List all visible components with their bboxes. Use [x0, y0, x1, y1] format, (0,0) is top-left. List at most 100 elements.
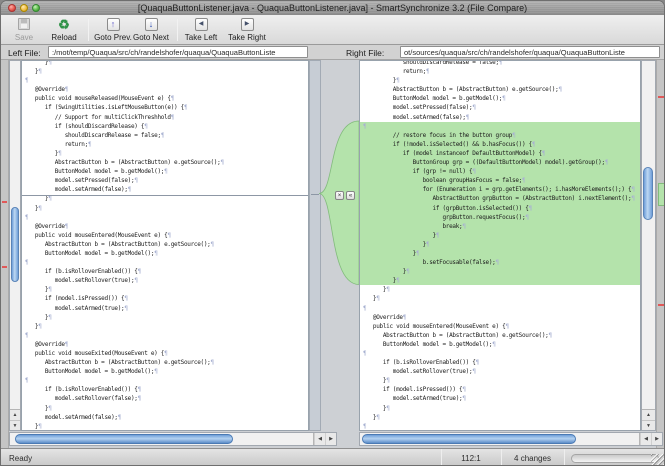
code-line: model.setArmed(false);¶: [25, 413, 308, 422]
code-line: ButtonModel model = b.getModel();¶: [25, 367, 308, 376]
left-file-label: Left File:: [8, 48, 41, 58]
left-overview-strip: [1, 60, 9, 448]
code-line: if (b.isRolloverEnabled()) {¶: [363, 358, 640, 367]
toolbar-separator: [88, 19, 89, 41]
code-line: model.setArmed(false);¶: [25, 185, 308, 194]
code-line: }¶: [25, 149, 308, 158]
scroll-right-arrow-icon[interactable]: ▶: [325, 433, 336, 445]
code-line: public void mouseEntered(MouseEvent e) {…: [363, 322, 640, 331]
scroll-up-arrow-icon[interactable]: ▲: [10, 410, 20, 420]
code-line: }¶: [363, 76, 640, 85]
code-line: AbstractButton grpButton = (AbstractButt…: [360, 194, 640, 203]
left-horizontal-scrollbar-thumb[interactable]: [15, 434, 233, 444]
discard-change-button[interactable]: ×: [335, 191, 344, 200]
code-line: }¶: [363, 285, 640, 294]
right-vertical-scrollbar-thumb[interactable]: [643, 167, 653, 220]
code-line: if (grp != null) {¶: [360, 167, 640, 176]
code-line: AbstractButton b = (AbstractButton) e.ge…: [25, 158, 308, 167]
code-line: if (!model.isSelected() && b.hasFocus())…: [360, 140, 640, 149]
code-line: model.setArmed(false);¶: [363, 113, 640, 122]
code-line: }¶: [25, 60, 308, 67]
code-line: boolean groupHasFocus = false;¶: [360, 176, 640, 185]
take-change-left-button[interactable]: «: [346, 191, 355, 200]
right-code-editor[interactable]: shouldDiscardRelease = false;¶ return;¶ …: [359, 60, 641, 431]
code-line: ¶: [25, 376, 308, 385]
code-line: ¶: [363, 422, 640, 431]
change-mark-green: [658, 183, 665, 206]
diff-insert-marker: [21, 195, 308, 196]
code-line: }¶: [25, 194, 308, 203]
code-line: AbstractButton b = (AbstractButton) e.ge…: [363, 85, 640, 94]
code-line: ButtonModel model = b.getModel();¶: [363, 94, 640, 103]
save-button[interactable]: Save: [9, 16, 39, 44]
take-right-icon: ▶: [241, 18, 254, 31]
right-horizontal-scrollbar-thumb[interactable]: [362, 434, 576, 444]
right-overview-strip: [656, 60, 665, 448]
code-line: }¶: [363, 376, 640, 385]
diff-connector-ribbon: [319, 60, 359, 431]
status-progress-track: [571, 454, 659, 463]
code-line: AbstractButton b = (AbstractButton) e.ge…: [363, 331, 640, 340]
right-file-label: Right File:: [346, 48, 384, 58]
status-caret-position: 112:1: [441, 449, 501, 466]
goto-next-button[interactable]: ↓ Goto Next: [129, 16, 173, 44]
title-bar: [QuaquaButtonListener.java - QuaquaButto…: [1, 1, 664, 15]
code-line: }¶: [363, 413, 640, 422]
left-code-lines: }¶ }¶ ¶ @Override¶ public void mouseRelea…: [22, 60, 308, 431]
compare-area: ▲ ▼ }¶ }¶¶ @Override¶ public void mouseR…: [1, 60, 665, 448]
code-line: }¶: [25, 404, 308, 413]
code-line: public void mouseReleased(MouseEvent e) …: [25, 94, 308, 103]
take-left-button[interactable]: ◀ Take Left: [181, 16, 221, 44]
code-line: return;¶: [25, 140, 308, 149]
code-line: if (model.isPressed()) {¶: [25, 294, 308, 303]
right-vertical-scrollbar[interactable]: ▲ ▼: [641, 60, 656, 431]
code-line: if (b.isRolloverEnabled()) {¶: [25, 385, 308, 394]
take-right-button[interactable]: ▶ Take Right: [225, 16, 269, 44]
change-mark: [658, 96, 665, 98]
code-line: b.setFocusable(false);¶: [360, 258, 640, 267]
left-vertical-scrollbar-thumb[interactable]: [11, 207, 19, 282]
change-mark: [2, 201, 7, 203]
code-line: @Override¶: [25, 340, 308, 349]
code-line: @Override¶: [363, 313, 640, 322]
window-resize-grip[interactable]: [651, 454, 664, 466]
reload-button[interactable]: ♻ Reload: [45, 16, 83, 44]
toolbar-separator: [177, 19, 178, 41]
code-line: model.setArmed(true);¶: [25, 304, 308, 313]
code-line: grpButton.requestFocus();¶: [360, 213, 640, 222]
scroll-left-arrow-icon[interactable]: ◀: [314, 433, 325, 445]
code-line: break;¶: [360, 222, 640, 231]
code-line: }¶: [25, 322, 308, 331]
left-vertical-scroll-arrows: ▲ ▼: [10, 409, 20, 430]
code-line: model.setPressed(false);¶: [363, 103, 640, 112]
code-line: }¶: [25, 313, 308, 322]
code-line: public void mouseEntered(MouseEvent e) {…: [25, 231, 308, 240]
insert-position-mark: [311, 194, 319, 195]
left-vertical-scrollbar[interactable]: ▲ ▼: [9, 60, 21, 431]
left-file-path-input[interactable]: [48, 46, 308, 58]
code-line: if (model instanceof DefaultButtonModel)…: [360, 149, 640, 158]
code-line: }¶: [360, 276, 640, 285]
toolbar: Save ♻ Reload ↑ Goto Prev. ↓ Goto Next ◀…: [1, 15, 664, 45]
scroll-left-arrow-icon[interactable]: ◀: [640, 433, 651, 445]
right-horizontal-scrollbar[interactable]: ◀ ▶: [359, 432, 663, 446]
right-file-path-input[interactable]: [400, 46, 660, 58]
scroll-down-arrow-icon[interactable]: ▼: [642, 420, 655, 430]
scroll-down-arrow-icon[interactable]: ▼: [10, 420, 20, 430]
take-left-icon: ◀: [195, 18, 208, 31]
scroll-right-arrow-icon[interactable]: ▶: [651, 433, 662, 445]
status-separator: [564, 449, 565, 466]
code-line: shouldDiscardRelease = false;¶: [363, 60, 640, 67]
code-line: // restore focus in the button group¶: [360, 131, 640, 140]
code-line: ¶: [360, 122, 640, 131]
code-line: if (SwingUtilities.isLeftMouseButton(e))…: [25, 103, 308, 112]
code-line: for (Enumeration i = grp.getElements(); …: [360, 185, 640, 194]
left-horizontal-scrollbar[interactable]: ◀ ▶: [9, 432, 337, 446]
code-line: ¶: [25, 76, 308, 85]
right-vertical-scroll-arrows: ▲ ▼: [642, 409, 655, 430]
scroll-up-arrow-icon[interactable]: ▲: [642, 410, 655, 420]
code-line: ButtonGroup grp = ((DefaultButtonModel) …: [360, 158, 640, 167]
code-line: }¶: [360, 249, 640, 258]
code-line: model.setPressed(false);¶: [25, 176, 308, 185]
left-code-editor[interactable]: }¶ }¶ ¶ @Override¶ public void mouseRelea…: [21, 60, 309, 431]
